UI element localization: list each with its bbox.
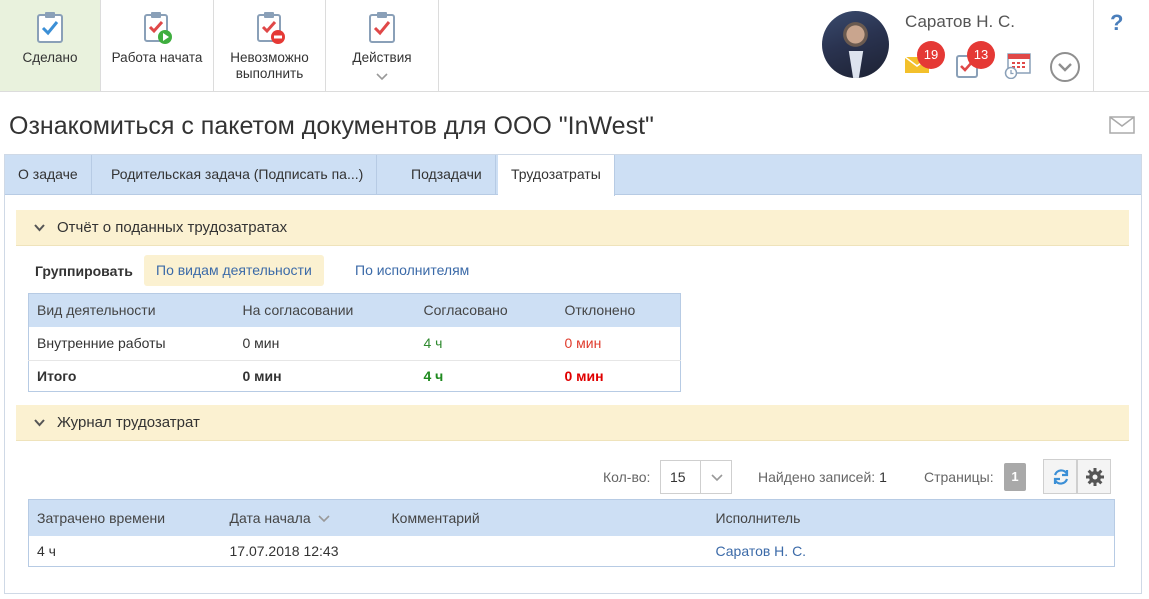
pending-cell: 0 мин (234, 326, 416, 361)
help-button[interactable]: ? (1110, 10, 1123, 36)
qty-label: Кол-во: (603, 469, 651, 485)
total-approved: 4 ч (423, 368, 444, 384)
column-header: На согласовании (242, 302, 354, 319)
tab-subtasks[interactable]: Подзадачи (398, 155, 496, 195)
found-records: Найдено записей: 1 (758, 469, 887, 485)
total-rejected: 0 мин (564, 368, 604, 384)
report-section-title: Отчёт о поданных трудозатратах (57, 219, 288, 236)
done-button[interactable]: Сделано (0, 0, 101, 91)
more-icon[interactable] (1049, 51, 1081, 83)
executor-link[interactable]: Саратов Н. С. (716, 543, 807, 559)
sort-down-icon (317, 515, 330, 522)
pages-label: Страницы: (924, 469, 994, 485)
envelope-icon[interactable] (1109, 116, 1135, 134)
page-title: Ознакомиться с пакетом документов для ОО… (9, 112, 654, 140)
refresh-button[interactable] (1043, 459, 1077, 494)
tab-parent-task[interactable]: Родительская задача (Подписать па...) (98, 155, 378, 195)
column-header: Комментарий (391, 509, 480, 526)
settings-button[interactable] (1077, 459, 1111, 494)
actions-button[interactable]: Действия (326, 0, 439, 91)
qty-select[interactable]: 15 (660, 460, 732, 494)
chevron-down-icon (376, 73, 388, 81)
column-header: Согласовано (423, 302, 508, 319)
executor-cell: Саратов Н. С. (708, 536, 1115, 567)
table-row[interactable]: 4 ч 17.07.2018 12:43 Саратов Н. С. (29, 536, 1115, 567)
refresh-icon (1053, 469, 1069, 485)
gear-icon (1086, 468, 1104, 486)
user-name[interactable]: Саратов Н. С. (905, 12, 1015, 32)
done-check-icon (37, 12, 63, 43)
impossible-button[interactable]: Невозможно выполнить (214, 0, 326, 91)
column-header-sortable[interactable]: Дата начала (222, 500, 384, 536)
column-header: Вид деятельности (37, 302, 156, 319)
total-label: Итого (37, 368, 77, 384)
work-started-label: Работа начата (111, 50, 203, 65)
impossible-label: Невозможно выполнить (230, 50, 309, 81)
comment-cell (384, 536, 708, 567)
tab-bar: О задаче Родительская задача (Подписать … (5, 155, 1141, 196)
tab-about[interactable]: О задаче (5, 155, 92, 195)
group-by-executor-button[interactable]: По исполнителям (343, 255, 481, 286)
group-by-activity-button[interactable]: По видам деятельности (144, 255, 324, 286)
task-panel: О задаче Родительская задача (Подписать … (4, 154, 1142, 594)
found-value: 1 (879, 469, 887, 485)
group-label: Группировать (35, 263, 133, 279)
column-header: Затрачено времени (37, 509, 166, 526)
table-header: Вид деятельности На согласовании Согласо… (28, 293, 681, 327)
page-number[interactable]: 1 (1004, 463, 1026, 491)
start-work-icon (144, 12, 172, 44)
toolbar-separator (1093, 0, 1094, 91)
chevron-down-icon (34, 224, 45, 232)
start-date-cell: 17.07.2018 12:43 (229, 542, 339, 559)
toolbar: Сделано Работа начата Невозможно выполни… (0, 0, 1149, 92)
journal-section-title: Журнал трудозатрат (57, 414, 200, 431)
qty-dropdown[interactable] (700, 461, 732, 493)
actions-icon (369, 12, 395, 43)
column-header: Исполнитель (715, 509, 801, 526)
table-row: Внутренние работы 0 мин 4 ч 0 мин (28, 326, 681, 361)
done-label: Сделано (22, 50, 78, 65)
report-table: Вид деятельности На согласовании Согласо… (28, 293, 681, 392)
found-label: Найдено записей: (758, 469, 876, 485)
task-count-badge[interactable]: 13 (967, 41, 995, 69)
mail-count-badge[interactable]: 19 (917, 41, 945, 69)
work-started-button[interactable]: Работа начата (101, 0, 214, 91)
chevron-down-icon (34, 419, 45, 427)
avatar[interactable] (822, 11, 889, 78)
approved-cell: 4 ч (415, 326, 557, 361)
chevron-down-icon (711, 474, 723, 482)
table-header: Затрачено времени Дата начала Комментари… (28, 499, 1115, 536)
activity-cell: Внутренние работы (28, 326, 235, 361)
report-section-header[interactable]: Отчёт о поданных трудозатратах (16, 210, 1129, 246)
calendar-icon[interactable] (1004, 51, 1032, 79)
journal-table: Затрачено времени Дата начала Комментари… (28, 499, 1115, 567)
journal-section-header[interactable]: Журнал трудозатрат (16, 405, 1129, 441)
impossible-icon (256, 12, 285, 44)
column-header: Отклонено (564, 302, 636, 319)
qty-value: 15 (670, 469, 686, 485)
total-pending: 0 мин (242, 368, 282, 384)
column-header-label: Дата начала (229, 509, 311, 526)
total-row: Итого 0 мин 4 ч 0 мин (29, 361, 681, 392)
actions-label: Действия (352, 50, 412, 65)
tab-labor-costs[interactable]: Трудозатраты (498, 155, 615, 196)
rejected-cell: 0 мин (556, 326, 681, 361)
spent-cell: 4 ч (37, 542, 56, 559)
